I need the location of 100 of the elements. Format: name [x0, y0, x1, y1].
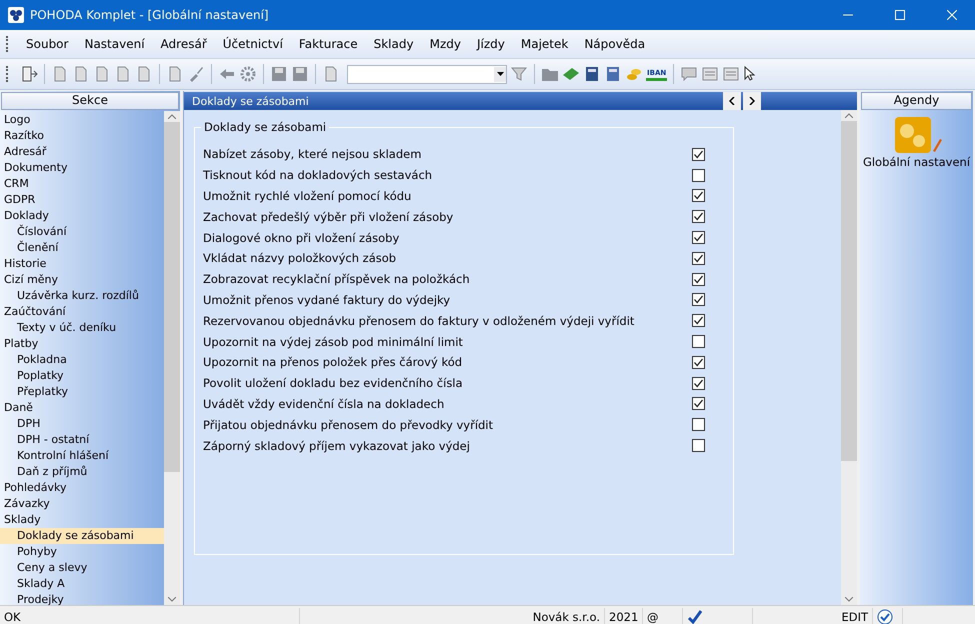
check-icon: [687, 610, 703, 624]
option-label: Přijatou objednávku přenosem do převodky vyřídit: [203, 418, 494, 432]
option-label: Záporný skladový příjem vykazovat jako výdej: [203, 438, 470, 453]
chevron-left-icon[interactable]: [729, 97, 735, 105]
sidebar-item[interactable]: Závazky: [0, 496, 164, 512]
scrollbar[interactable]: [164, 111, 180, 605]
scroll-up-icon[interactable]: [845, 113, 853, 118]
window-title: POHODA Komplet - [Globální nastavení]: [30, 8, 270, 22]
sidebar-item[interactable]: Přeplatky: [0, 384, 164, 400]
sidebar-item[interactable]: Historie: [0, 256, 164, 272]
option-label: Zobrazovat recyklační příspěvek na položkách: [203, 272, 470, 286]
status-year: 2021: [605, 608, 643, 624]
option-label: Zachovat předešlý výběr při vložení zásoby: [203, 210, 454, 224]
sidebar-item[interactable]: DPH - ostatní: [0, 432, 164, 448]
option-label: Uvádět vždy evidenční čísla na dokladech: [203, 396, 444, 411]
checkbox[interactable]: [692, 418, 705, 432]
sidebar-item[interactable]: CRM: [0, 176, 164, 192]
checkbox[interactable]: [692, 189, 705, 202]
list-icon[interactable]: [701, 65, 720, 83]
agendas-header: Agendy: [861, 92, 972, 110]
sidebar-item[interactable]: GDPR: [0, 192, 164, 208]
sidebar-item[interactable]: Zaúčtování: [0, 304, 164, 320]
checkbox[interactable]: [692, 148, 705, 161]
checkbox[interactable]: [692, 293, 705, 306]
status-company: Novák s.r.o.: [300, 608, 605, 624]
sidebar-item[interactable]: Pohledávky: [0, 480, 164, 496]
status-mode: EDIT: [753, 608, 873, 624]
status-email: @: [643, 608, 683, 624]
close-icon[interactable]: [947, 10, 957, 20]
status-message: OK: [0, 608, 300, 624]
checkbox[interactable]: [692, 356, 705, 369]
sidebar-item[interactable]: Daně: [0, 400, 164, 416]
checkbox[interactable]: [692, 314, 705, 328]
menu-item[interactable]: Majetek: [514, 34, 576, 54]
option-label: Upozornit na přenos položek přes čárový kód: [203, 355, 462, 370]
scroll-down-icon[interactable]: [845, 597, 853, 602]
search-combo-field[interactable]: [347, 64, 507, 84]
option-label: Umožnit rychlé vložení pomocí kódu: [203, 188, 412, 203]
sidebar-item[interactable]: Cizí měny: [0, 272, 164, 288]
sidebar-item[interactable]: Pohyby: [0, 544, 164, 560]
menu-item[interactable]: Nápověda: [577, 34, 652, 54]
previous-button[interactable]: [723, 92, 741, 110]
option-label: Povolit uložení dokladu bez evidenčního čísla: [203, 376, 463, 390]
checkbox[interactable]: [692, 210, 705, 224]
sidebar-item[interactable]: Doklady se zásobami: [0, 528, 164, 544]
checkbox[interactable]: [692, 272, 705, 286]
checkbox[interactable]: [692, 397, 705, 410]
option-label: Upozornit na výdej zásob pod minimální limit: [203, 334, 463, 349]
option-label: Nabízet zásoby, které nejsou skladem: [203, 147, 422, 162]
sidebar-item[interactable]: Ceny a slevy: [0, 560, 164, 576]
sidebar-item[interactable]: Kontrolní hlášení: [0, 448, 164, 464]
option-label: Vkládat názvy položkových zásob: [203, 251, 396, 266]
checkbox[interactable]: [692, 335, 705, 348]
scroll-up-icon[interactable]: [168, 114, 176, 119]
door-icon[interactable]: [20, 65, 38, 83]
option-label: Rezervovanou objednávku přenosem do faktury v odloženém výdeji vyřídit: [203, 314, 634, 328]
checkbox[interactable]: [692, 439, 705, 452]
gear-icon[interactable]: [239, 65, 257, 83]
menu-item[interactable]: Adresář: [154, 34, 214, 54]
menu-item[interactable]: Jízdy: [470, 34, 512, 54]
sidebar-item[interactable]: Poplatky: [0, 368, 164, 384]
sidebar-item[interactable]: Dokumenty: [0, 160, 164, 176]
sidebar-item[interactable]: Prodejky: [0, 592, 164, 605]
sidebar-item[interactable]: Sklady A: [0, 576, 164, 592]
agenda-label[interactable]: Globální nastavení: [862, 155, 970, 169]
dropdown-caret-icon[interactable]: [496, 72, 504, 76]
sidebar-item[interactable]: Členění: [0, 240, 164, 256]
option-label: Umožnit přenos vydané faktury do výdejky: [203, 292, 450, 307]
menu-item[interactable]: Sklady: [366, 34, 421, 54]
sidebar-header: Sekce: [1, 92, 179, 110]
next-button[interactable]: [743, 92, 761, 110]
checkbox[interactable]: [692, 168, 705, 182]
menu-item[interactable]: Fakturace: [292, 34, 365, 54]
comment-icon[interactable]: [680, 65, 698, 83]
menu-item[interactable]: Mzdy: [422, 34, 468, 54]
sidebar-item[interactable]: Logo: [0, 112, 164, 128]
sidebar-item[interactable]: Razítko: [0, 128, 164, 144]
checkbox[interactable]: [692, 376, 705, 390]
sidebar-item[interactable]: Daň z příjmů: [0, 464, 164, 480]
checkbox[interactable]: [692, 252, 705, 265]
sidebar-item[interactable]: Platby: [0, 336, 164, 352]
sidebar-item[interactable]: Pokladna: [0, 352, 164, 368]
checkbox[interactable]: [692, 231, 705, 244]
menu-item[interactable]: Nastavení: [77, 34, 152, 54]
sidebar-item[interactable]: Sklady: [0, 512, 164, 528]
sidebar-item[interactable]: Texty v úč. deníku: [0, 320, 164, 336]
scroll-down-icon[interactable]: [168, 597, 176, 602]
menu-item[interactable]: Účetnictví: [216, 34, 290, 54]
sidebar-item[interactable]: DPH: [0, 416, 164, 432]
scrollbar[interactable]: [841, 110, 857, 605]
filter-icon[interactable]: [510, 65, 528, 83]
menu-item[interactable]: Soubor: [19, 34, 76, 54]
maximize-icon[interactable]: [895, 10, 905, 20]
sidebar-item[interactable]: Číslování: [0, 224, 164, 240]
sidebar-item[interactable]: Uzávěrka kurz. rozdílů: [0, 288, 164, 304]
panel-title: Doklady se zásobami: [192, 94, 310, 108]
sidebar-item[interactable]: Adresář: [0, 144, 164, 160]
option-label: Tisknout kód na dokladových sestavách: [203, 168, 432, 182]
sidebar-item[interactable]: Doklady: [0, 208, 164, 224]
chevron-right-icon[interactable]: [749, 97, 755, 105]
